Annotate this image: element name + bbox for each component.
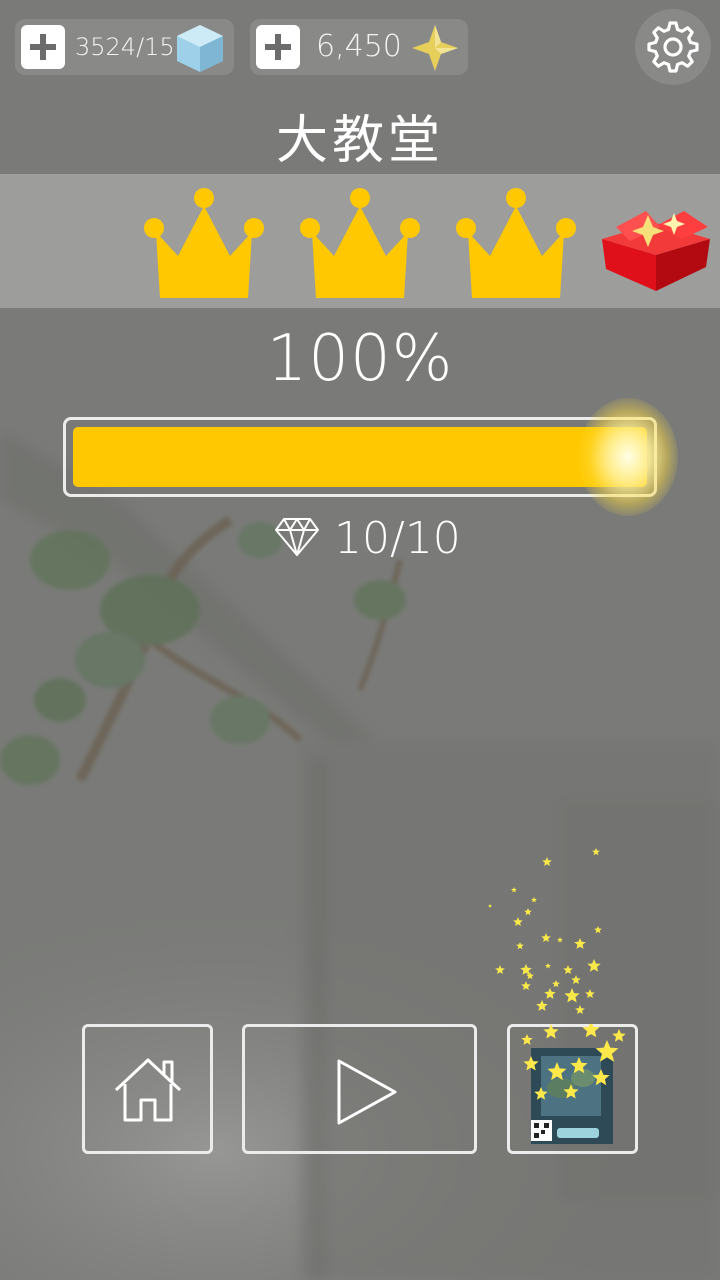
sparkle-star xyxy=(523,1056,539,1071)
sparkle-star xyxy=(575,1005,585,1014)
sparkle-star xyxy=(488,904,492,908)
progress-glow xyxy=(578,398,678,516)
sparkle-star xyxy=(574,938,586,949)
sparkle-star xyxy=(612,1029,626,1042)
sparkle-star xyxy=(513,917,523,926)
add-cubes-button[interactable] xyxy=(21,25,65,69)
cube-icon xyxy=(177,25,223,72)
cubes-value: 3524/15 xyxy=(75,33,175,61)
sparkle-star xyxy=(552,980,560,988)
sparkle-star xyxy=(531,897,537,903)
diamond-icon xyxy=(275,518,319,556)
play-button[interactable] xyxy=(242,1024,477,1154)
sparkle-star xyxy=(587,959,601,972)
crown-icon xyxy=(144,188,264,298)
home-icon xyxy=(114,1058,182,1122)
star-icon xyxy=(412,25,458,71)
progress-bar-fill xyxy=(73,427,647,487)
sparkle-star xyxy=(585,989,595,998)
add-stars-button[interactable] xyxy=(256,25,300,69)
sparkle-star xyxy=(547,1062,567,1081)
sparkle-star xyxy=(521,981,531,990)
sparkle-star xyxy=(570,1057,588,1074)
play-icon xyxy=(337,1059,397,1125)
sparkle-star xyxy=(511,887,517,893)
level-title: 大教堂 xyxy=(275,111,444,171)
sparkle-star xyxy=(563,965,573,974)
progress-bar xyxy=(63,417,657,497)
crown-icon xyxy=(456,188,576,298)
gear-icon xyxy=(647,21,699,73)
sparkle-star xyxy=(595,1040,619,1062)
sparkle-star xyxy=(536,1000,548,1011)
gems-value: 10/10 xyxy=(334,513,461,564)
gift-box-icon[interactable] xyxy=(598,205,714,293)
cubes-counter: 3524/15 xyxy=(15,19,234,75)
sparkle-star xyxy=(543,1024,559,1039)
sparkle-star xyxy=(571,975,581,984)
stars-counter: 6,450 xyxy=(250,19,468,75)
stars-value: 6,450 xyxy=(316,29,402,64)
settings-button[interactable] xyxy=(635,9,711,85)
progress-percent: 100% xyxy=(266,322,454,396)
sparkle-star xyxy=(541,933,551,942)
sparkle-star xyxy=(592,1069,610,1086)
sparkle-star xyxy=(542,857,552,866)
sparkle-star xyxy=(534,1087,548,1100)
sparkle-star xyxy=(582,1024,600,1038)
home-button[interactable] xyxy=(82,1024,213,1154)
sparkle-star xyxy=(545,963,551,969)
thumbnail-sparkles xyxy=(521,1024,626,1100)
sparkle-star xyxy=(563,1084,579,1099)
sparkle-star xyxy=(495,965,505,974)
sparkle-star xyxy=(564,988,580,1003)
sparkle-star xyxy=(524,908,532,916)
crown-icon xyxy=(300,188,420,298)
sparkle-star xyxy=(521,1034,533,1045)
sparkle-star xyxy=(557,937,563,943)
sparkle-star xyxy=(516,942,524,950)
sparkle-star xyxy=(544,988,556,999)
sparkle-star xyxy=(592,848,600,856)
sparkle-star xyxy=(594,926,602,934)
